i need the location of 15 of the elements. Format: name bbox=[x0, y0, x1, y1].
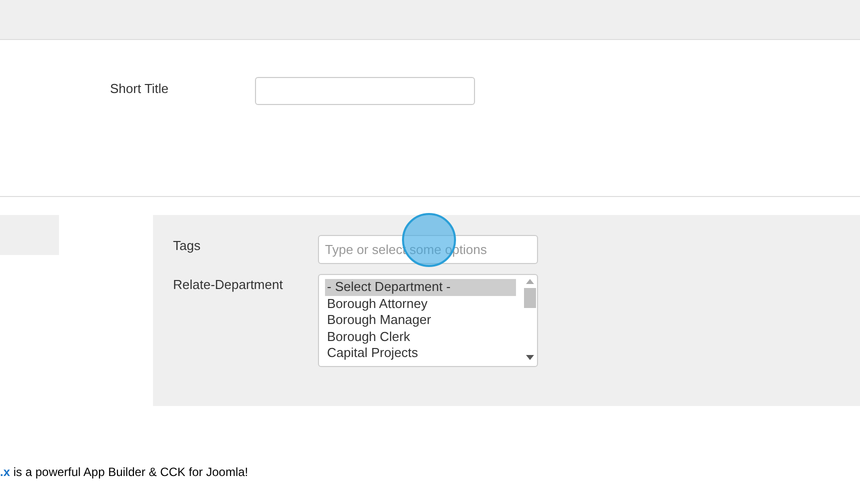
field-label: Tags bbox=[173, 237, 202, 255]
field-label: Relate-Department bbox=[173, 276, 284, 294]
scroll-down-icon[interactable] bbox=[526, 355, 534, 360]
scroll-up-icon[interactable] bbox=[526, 279, 534, 284]
footer-text: is a powerful App Builder & CCK for Joomla! bbox=[12, 465, 248, 479]
footer-link[interactable]: .x bbox=[0, 465, 10, 479]
listbox-option[interactable]: Capital Projects bbox=[325, 345, 516, 362]
listbox-option[interactable]: Borough Attorney bbox=[325, 296, 516, 312]
listbox-option[interactable]: Borough Manager bbox=[325, 312, 516, 328]
scroll-thumb[interactable] bbox=[524, 288, 536, 308]
listbox-option[interactable]: Borough Clerk bbox=[325, 328, 516, 345]
short-title-input[interactable] bbox=[255, 77, 475, 105]
department-listbox[interactable]: - Select Department - Borough Attorney Borough Manager Borough Clerk Capital Projects bbox=[318, 274, 538, 367]
listbox-option[interactable]: - Select Department - bbox=[325, 279, 516, 296]
field-label: Short Title bbox=[110, 80, 170, 98]
